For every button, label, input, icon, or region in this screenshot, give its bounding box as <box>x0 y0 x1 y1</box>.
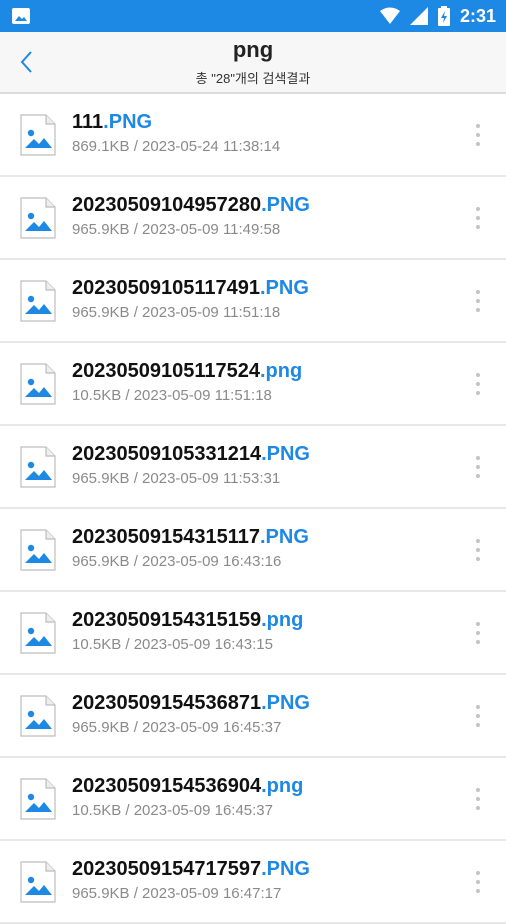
file-base-name: 20230509154315159 <box>72 609 262 631</box>
image-file-icon <box>20 861 56 903</box>
file-base-name: 20230509154536871 <box>72 692 262 714</box>
file-base-name: 20230509154536904 <box>72 775 262 797</box>
file-row[interactable]: 20230509154536871.PNG 965.9KB / 2023-05-0… <box>0 675 506 758</box>
result-count: 총 "28"개의 검색결과 <box>195 71 311 86</box>
status-icons: 2:31 <box>379 0 496 32</box>
more-options-icon[interactable] <box>468 537 488 563</box>
file-extension: .PNG <box>261 692 310 714</box>
more-options-icon[interactable] <box>468 869 488 895</box>
file-row[interactable]: 20230509105117491.PNG 965.9KB / 2023-05-0… <box>0 260 506 343</box>
app-bar: png 총 "28"개의 검색결과 <box>0 32 506 94</box>
more-options-icon[interactable] <box>468 371 488 397</box>
image-file-icon <box>20 280 56 322</box>
more-options-icon[interactable] <box>468 786 488 812</box>
file-meta: 965.9KB / 2023-05-09 16:45:37 <box>72 719 282 736</box>
file-name: 20230509105117491.PNG <box>72 277 309 300</box>
file-meta: 965.9KB / 2023-05-09 16:47:17 <box>72 885 282 902</box>
status-time: 2:31 <box>459 5 496 26</box>
file-extension: .PNG <box>261 858 310 880</box>
battery-icon <box>437 6 450 26</box>
file-meta: 10.5KB / 2023-05-09 11:51:18 <box>72 387 272 404</box>
file-meta: 10.5KB / 2023-05-09 16:43:15 <box>72 636 273 653</box>
file-extension: .PNG <box>261 443 310 465</box>
file-row[interactable]: 20230509154315159.png 10.5KB / 2023-05-09… <box>0 592 506 675</box>
status-bar: 2:31 <box>0 0 506 32</box>
file-meta: 965.9KB / 2023-05-09 11:49:58 <box>72 221 281 238</box>
file-extension: .PNG <box>260 277 309 299</box>
image-file-icon <box>20 529 56 571</box>
more-options-icon[interactable] <box>468 454 488 480</box>
file-meta: 965.9KB / 2023-05-09 16:43:16 <box>72 553 282 570</box>
file-extension: .PNG <box>260 526 309 548</box>
file-list: 111.PNG 869.1KB / 2023-05-24 11:38:14 202… <box>0 94 506 924</box>
image-file-icon <box>20 695 56 737</box>
page-title: png <box>232 37 274 62</box>
image-notification-icon <box>12 8 30 24</box>
file-base-name: 20230509105117491 <box>72 277 260 299</box>
more-options-icon[interactable] <box>468 288 488 314</box>
file-base-name: 111 <box>72 111 104 133</box>
file-base-name: 20230509154717597 <box>72 858 262 880</box>
file-name: 20230509154536871.PNG <box>72 692 310 715</box>
file-extension: .PNG <box>261 194 310 216</box>
file-extension: .png <box>261 775 304 797</box>
file-meta: 10.5KB / 2023-05-09 16:45:37 <box>72 802 273 819</box>
file-row[interactable]: 20230509154536904.png 10.5KB / 2023-05-09… <box>0 758 506 841</box>
more-options-icon[interactable] <box>468 703 488 729</box>
file-name: 20230509105331214.PNG <box>72 443 310 466</box>
file-meta: 965.9KB / 2023-05-09 11:53:31 <box>72 470 281 487</box>
file-row[interactable]: 111.PNG 869.1KB / 2023-05-24 11:38:14 <box>0 94 506 177</box>
image-file-icon <box>20 114 56 156</box>
file-base-name: 20230509105117524 <box>72 360 260 382</box>
file-meta: 965.9KB / 2023-05-09 11:51:18 <box>72 304 281 321</box>
file-row[interactable]: 20230509154315117.PNG 965.9KB / 2023-05-0… <box>0 509 506 592</box>
file-name: 111.PNG <box>72 111 152 134</box>
file-row[interactable]: 20230509105117524.png 10.5KB / 2023-05-09… <box>0 343 506 426</box>
image-file-icon <box>20 778 56 820</box>
image-file-icon <box>20 446 56 488</box>
file-name: 20230509104957280.PNG <box>72 194 310 217</box>
file-name: 20230509154717597.PNG <box>72 858 310 881</box>
file-row[interactable]: 20230509104957280.PNG 965.9KB / 2023-05-0… <box>0 177 506 260</box>
image-file-icon <box>20 363 56 405</box>
file-row[interactable]: 20230509105331214.PNG 965.9KB / 2023-05-0… <box>0 426 506 509</box>
file-name: 20230509154315159.png <box>72 609 303 632</box>
wifi-icon <box>379 7 400 24</box>
file-meta: 869.1KB / 2023-05-24 11:38:14 <box>72 138 281 155</box>
file-extension: .PNG <box>103 111 153 133</box>
signal-icon <box>409 7 428 25</box>
file-extension: .png <box>261 609 304 631</box>
image-file-icon <box>20 612 56 654</box>
more-options-icon[interactable] <box>468 122 488 148</box>
file-name: 20230509154536904.png <box>72 775 303 798</box>
image-file-icon <box>20 197 56 239</box>
file-row[interactable]: 20230509154717597.PNG 965.9KB / 2023-05-0… <box>0 841 506 924</box>
file-base-name: 20230509154315117 <box>72 526 260 548</box>
file-base-name: 20230509105331214 <box>72 443 262 465</box>
file-extension: .png <box>260 360 303 382</box>
file-name: 20230509105117524.png <box>72 360 302 383</box>
file-name: 20230509154315117.PNG <box>72 526 309 549</box>
file-base-name: 20230509104957280 <box>72 194 262 216</box>
more-options-icon[interactable] <box>468 620 488 646</box>
more-options-icon[interactable] <box>468 205 488 231</box>
